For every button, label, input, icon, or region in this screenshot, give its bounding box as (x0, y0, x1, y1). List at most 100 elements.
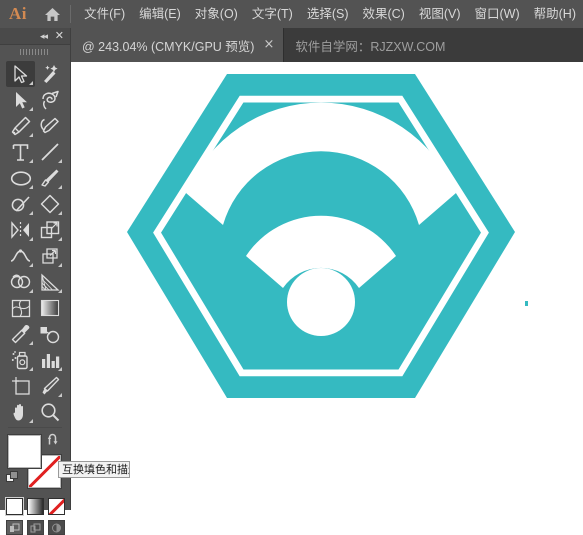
menu-item-select[interactable]: 选择(S) (300, 2, 356, 26)
menu-item-type[interactable]: 文字(T) (245, 2, 300, 26)
tool-mesh[interactable] (6, 295, 35, 321)
home-icon[interactable] (36, 0, 68, 28)
tool-shaper[interactable] (6, 191, 35, 217)
artboard-icon (11, 377, 30, 395)
flyout-indicator (29, 211, 33, 215)
shaper-tool-icon (11, 196, 30, 212)
fill-swatch[interactable] (8, 435, 41, 468)
close-icon[interactable]: ✕ (55, 29, 64, 42)
tool-eyedropper[interactable] (6, 321, 35, 347)
tools-panel-header[interactable]: ◂◂ ✕ (0, 28, 70, 45)
canvas-area[interactable] (71, 62, 583, 510)
wifi-hexagon-artwork[interactable] (71, 62, 583, 510)
tool-zoom[interactable] (35, 399, 64, 425)
tool-line-segment[interactable] (35, 139, 64, 165)
document-tab-watermark[interactable]: 软件自学网：RJZXW.COM (283, 28, 455, 62)
grip-lines (20, 48, 50, 55)
flyout-indicator (29, 289, 33, 293)
fill-type-none[interactable] (47, 498, 65, 515)
document-tab-bar: @ 243.04% (CMYK/GPU 预览) × 软件自学网：RJZXW.CO… (0, 28, 583, 62)
tool-width[interactable] (6, 243, 35, 269)
screen-mode-full-menu[interactable] (26, 520, 44, 535)
flyout-indicator (29, 419, 33, 423)
selection-arrow-icon (14, 64, 28, 83)
ai-logo: Ai (8, 4, 27, 23)
menu-item-object[interactable]: 对象(O) (188, 2, 245, 26)
tooltip: 互换填色和描边 (58, 461, 130, 478)
screen-mode-full[interactable] (47, 520, 65, 535)
tool-blend[interactable] (35, 321, 64, 347)
fill-type-gradient[interactable] (26, 498, 44, 515)
menu-item-window[interactable]: 窗口(W) (468, 2, 527, 26)
menu-bar: Ai 文件(F) 编辑(E) 对象(O) 文字(T) 选择(S) 效果(C) 视… (0, 0, 583, 28)
fill-type-color[interactable] (4, 497, 24, 516)
flyout-indicator (29, 341, 33, 345)
tool-pen[interactable] (6, 113, 35, 139)
flyout-indicator (29, 159, 33, 163)
fill-type-buttons (0, 497, 70, 516)
screen-full-menu-icon (30, 523, 40, 532)
tool-free-transform[interactable] (35, 243, 64, 269)
document-tab-label: 软件自学网：RJZXW.COM (295, 39, 446, 54)
symbol-sprayer-icon (11, 351, 28, 370)
tool-direct-selection[interactable] (6, 87, 35, 113)
flyout-indicator (58, 393, 62, 397)
perspective-grid-icon (40, 272, 60, 291)
screen-normal-icon (9, 523, 19, 532)
tool-artboard[interactable] (6, 373, 35, 399)
tool-selection[interactable] (6, 61, 35, 87)
hand-tool-icon (13, 404, 23, 421)
tool-rotate[interactable] (6, 217, 35, 243)
pen-nib-icon (11, 116, 30, 136)
tool-shape-builder[interactable] (6, 269, 35, 295)
tool-hand[interactable] (6, 399, 35, 425)
collapse-icon[interactable]: ◂◂ (40, 30, 48, 42)
close-icon[interactable]: × (263, 38, 274, 51)
eyedropper-icon (11, 324, 29, 344)
tool-paintbrush[interactable] (35, 165, 64, 191)
home-icon-svg (44, 7, 60, 21)
tool-column-graph[interactable] (35, 347, 64, 373)
flyout-indicator (58, 159, 62, 163)
default-colors-icon[interactable] (6, 471, 19, 484)
lasso-icon (42, 90, 59, 110)
flyout-indicator (29, 237, 33, 241)
tool-eraser[interactable] (35, 191, 64, 217)
fill-stroke-controls: 互换填色和描边 (0, 433, 130, 495)
tool-curvature[interactable] (35, 113, 64, 139)
tool-perspective-grid[interactable] (35, 269, 64, 295)
flyout-indicator (29, 81, 33, 85)
document-tab-active[interactable]: @ 243.04% (CMYK/GPU 预览) × (71, 28, 284, 62)
width-tool-icon (10, 249, 31, 262)
screen-mode-normal[interactable] (5, 520, 23, 535)
tools-divider (8, 427, 62, 428)
menu-item-effect[interactable]: 效果(C) (355, 2, 411, 26)
tool-scale[interactable] (35, 217, 64, 243)
tools-panel: ◂◂ ✕ 互换填色和描 (0, 28, 130, 535)
flyout-indicator (58, 263, 62, 267)
mesh-tool-icon (11, 299, 30, 317)
column-graph-icon (41, 354, 59, 368)
tool-magic-wand[interactable] (35, 61, 64, 87)
line-segment-icon (40, 143, 59, 161)
tools-panel-drag-grip[interactable] (0, 45, 70, 58)
flyout-indicator (58, 211, 62, 215)
slice-knife-icon (42, 376, 59, 395)
tool-symbol-sprayer[interactable] (6, 347, 35, 373)
zoom-magnifier-icon (40, 403, 59, 422)
menu-item-help[interactable]: 帮助(H) (527, 2, 583, 26)
illustrator-window: Ai 文件(F) 编辑(E) 对象(O) 文字(T) 选择(S) 效果(C) 视… (0, 0, 583, 535)
menu-item-edit[interactable]: 编辑(E) (132, 2, 188, 26)
selection-anchor-marker (525, 301, 528, 306)
menu-item-file[interactable]: 文件(F) (77, 2, 132, 26)
tool-ellipse[interactable] (6, 165, 35, 191)
flyout-indicator (29, 133, 33, 137)
tool-lasso[interactable] (35, 87, 64, 113)
tool-slice[interactable] (35, 373, 64, 399)
free-transform-icon (41, 248, 58, 264)
menu-item-view[interactable]: 视图(V) (412, 2, 468, 26)
swap-fill-stroke-icon[interactable] (47, 433, 61, 447)
eraser-icon (40, 194, 59, 214)
tool-gradient[interactable] (35, 295, 64, 321)
tool-type[interactable] (6, 139, 35, 165)
